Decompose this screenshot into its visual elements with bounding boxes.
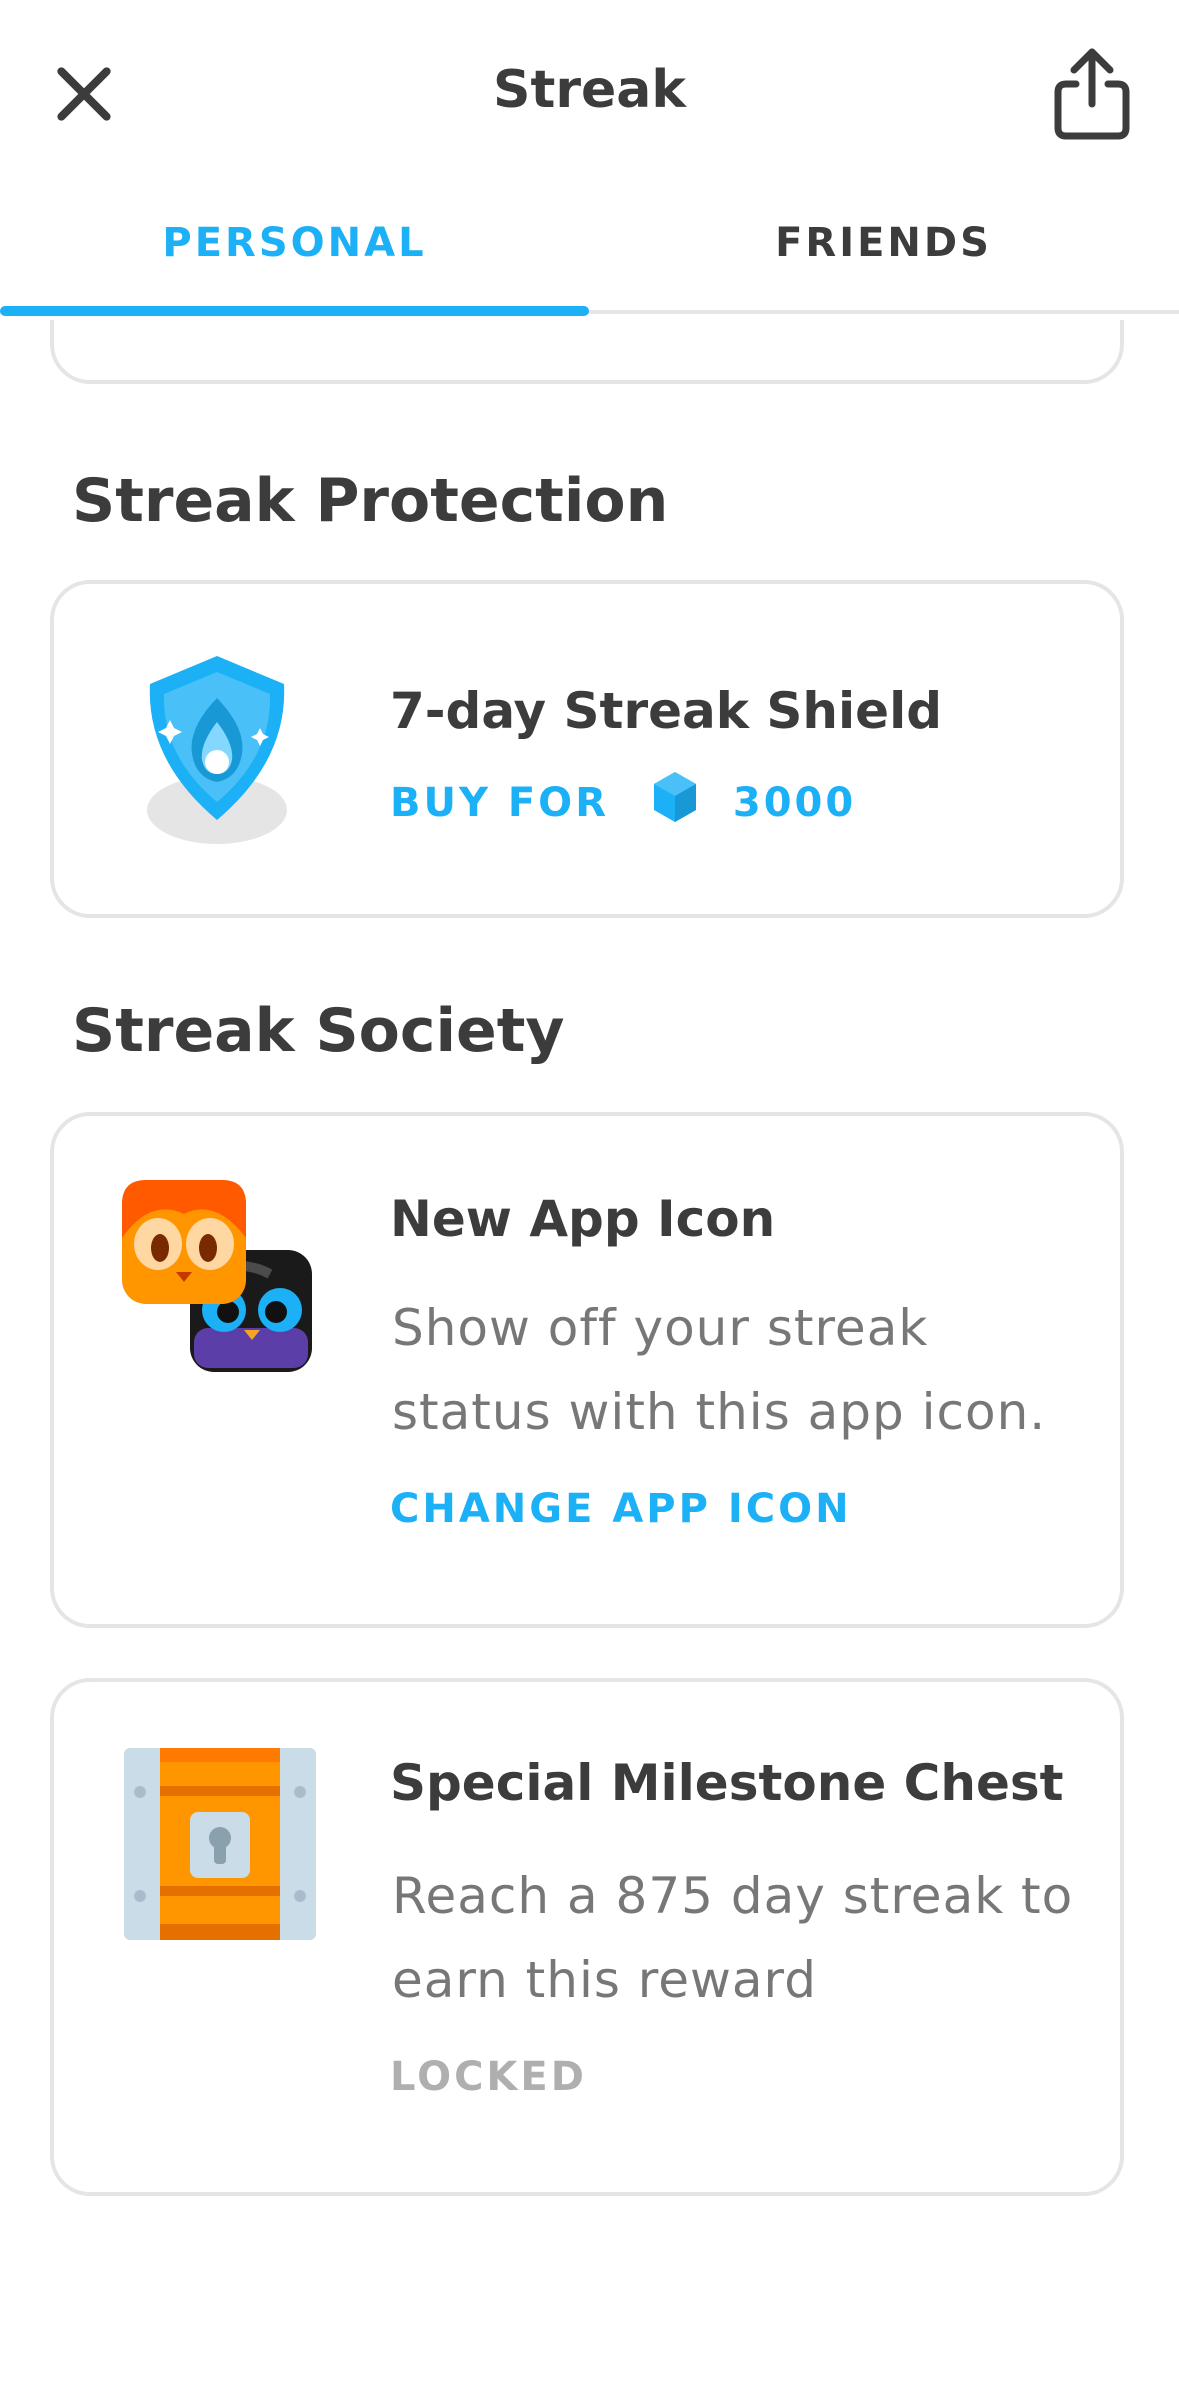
- app-icon-preview: [122, 1180, 312, 1372]
- share-button[interactable]: [1052, 44, 1132, 140]
- milestone-chest-card[interactable]: Special Milestone Chest Reach a 875 day …: [50, 1678, 1124, 2196]
- streak-shield-icon: [147, 656, 287, 844]
- buy-label: BUY FOR: [390, 780, 609, 826]
- top-bar: Streak: [0, 0, 1179, 190]
- gem-icon: [653, 772, 696, 822]
- new-app-icon-description: Show off your streak status with this ap…: [392, 1299, 1047, 1441]
- page-title: Streak: [493, 60, 686, 120]
- share-icon: [1054, 48, 1130, 140]
- locked-status: LOCKED: [390, 2054, 587, 2100]
- buy-button[interactable]: BUY FOR 3000: [390, 770, 856, 826]
- milestone-chest-title: Special Milestone Chest: [390, 1754, 1064, 1812]
- previous-card: [50, 320, 1124, 384]
- milestone-chest-description: Reach a 875 day streak to earn this rewa…: [392, 1867, 1074, 2009]
- section-title-streak-society: Streak Society: [72, 996, 565, 1066]
- streak-shield-card[interactable]: 7-day Streak Shield BUY FOR 3000: [50, 580, 1124, 918]
- streak-shield-title: 7-day Streak Shield: [390, 682, 943, 740]
- tab-personal[interactable]: PERSONAL: [0, 220, 589, 266]
- tab-bar: PERSONAL FRIENDS: [0, 190, 1179, 320]
- tab-active-indicator: [0, 306, 589, 316]
- chest-icon: [124, 1748, 316, 1940]
- tab-friends[interactable]: FRIENDS: [589, 220, 1178, 266]
- change-app-icon-button[interactable]: CHANGE APP ICON: [390, 1486, 852, 1532]
- scroll-content[interactable]: Streak Protection 7-day Streak Shield BU…: [0, 320, 1179, 2396]
- price-value: 3000: [732, 780, 857, 826]
- section-title-streak-protection: Streak Protection: [72, 466, 669, 536]
- new-app-icon-title: New App Icon: [390, 1190, 776, 1248]
- new-app-icon-card[interactable]: New App Icon Show off your streak status…: [50, 1112, 1124, 1628]
